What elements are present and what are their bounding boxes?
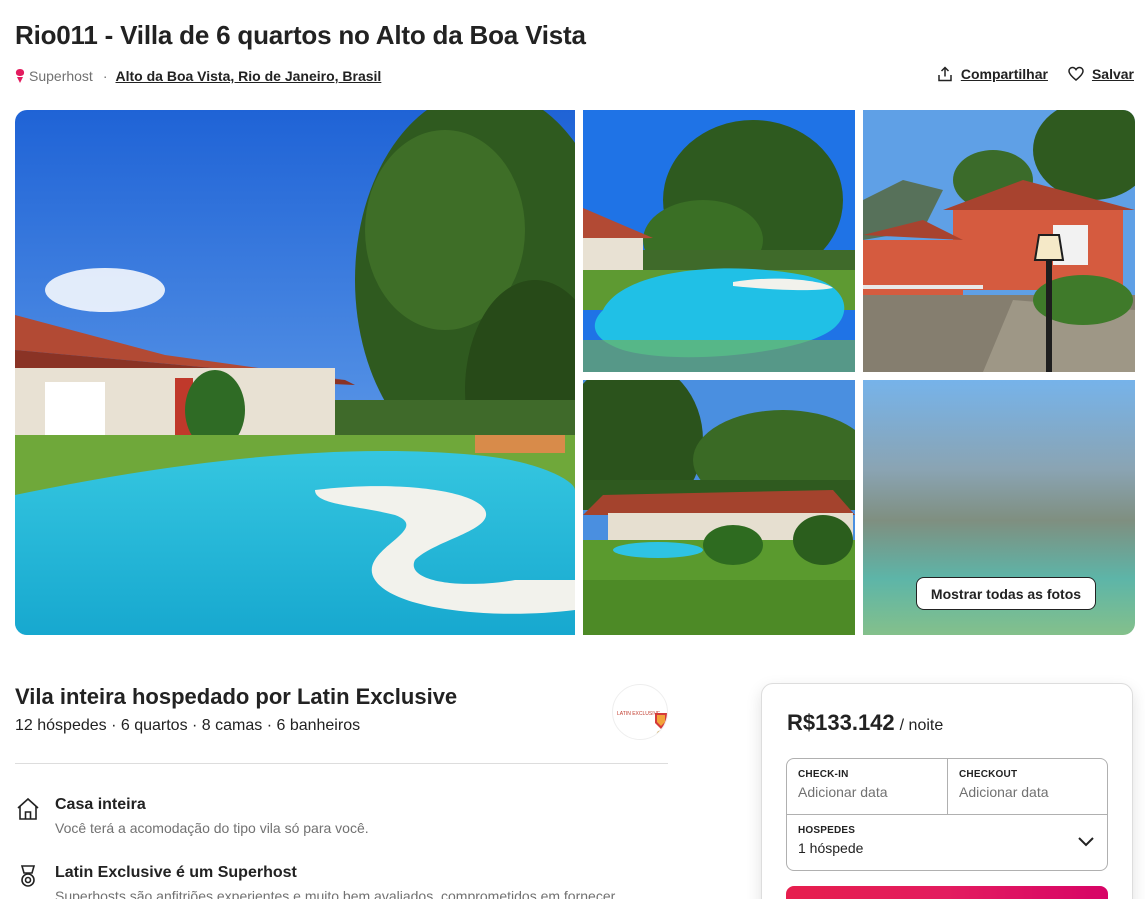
share-icon: [938, 66, 952, 82]
host-logo-text: LATIN EXCLUSIVE: [617, 711, 661, 717]
share-label: Compartilhar: [960, 66, 1048, 82]
listing-capacity-summary: 12 hóspedes · 6 quartos · 8 camas · 6 ba…: [15, 717, 361, 734]
section-divider: [15, 763, 668, 764]
chevron-down-icon: [1078, 837, 1094, 847]
feature-title: Casa inteira: [55, 796, 146, 813]
home-icon: [17, 797, 39, 820]
checkin-label: CHECK-IN: [798, 769, 849, 780]
host-avatar[interactable]: LATIN EXCLUSIVE: [612, 684, 668, 740]
host-title: Vila inteira hospedado por Latin Exclusi…: [15, 684, 458, 709]
superhost-icon: [15, 69, 25, 83]
listing-subheader: Superhost · Alto da Boa Vista, Rio de Ja…: [15, 66, 381, 86]
heart-icon: [1068, 66, 1084, 81]
guests-label: HOSPEDES: [798, 825, 856, 836]
checkout-value: Adicionar data: [959, 784, 1049, 800]
separator-dot: ·: [102, 68, 108, 84]
save-button[interactable]: Salvar: [1068, 66, 1134, 82]
checkin-value: Adicionar data: [798, 784, 888, 800]
checkout-field[interactable]: CHECKOUT Adicionar data: [948, 759, 1107, 815]
price-unit: / noite: [899, 717, 944, 734]
listing-actions: Compartilhar Salvar: [937, 66, 1134, 82]
house-lamp-photo[interactable]: [863, 110, 1135, 372]
checkin-field[interactable]: CHECK-IN Adicionar data: [787, 759, 948, 815]
guests-value: 1 hóspede: [798, 840, 864, 856]
feature-description: Você terá a acomodação do tipo vila só p…: [55, 820, 369, 836]
location-link[interactable]: Alto da Boa Vista, Rio de Janeiro, Brasi…: [116, 68, 382, 84]
reserve-button[interactable]: [786, 886, 1108, 899]
house-garden-photo[interactable]: [583, 380, 855, 635]
price-amount: R$133.142: [787, 710, 895, 735]
show-all-photos-button[interactable]: Mostrar todas as fotos: [916, 577, 1096, 610]
feature-description: Superhosts são anfitriões experientes e …: [55, 888, 616, 899]
checkout-label: CHECKOUT: [959, 769, 1018, 780]
save-label: Salvar: [1091, 66, 1134, 82]
share-button[interactable]: Compartilhar: [937, 66, 1048, 82]
superhost-label: Superhost: [29, 68, 93, 84]
booking-card: R$133.142 / noite CHECK-IN Adicionar dat…: [761, 683, 1133, 899]
nightly-price: R$133.142 / noite: [787, 710, 943, 736]
guests-select[interactable]: HOSPEDES 1 hóspede: [787, 815, 1107, 870]
photo-gallery: [15, 110, 1135, 635]
pool-tree-photo[interactable]: [583, 110, 855, 372]
booking-form: CHECK-IN Adicionar data CHECKOUT Adicion…: [786, 758, 1108, 871]
pool-main-photo[interactable]: [15, 110, 575, 635]
feature-title: Latin Exclusive é um Superhost: [55, 864, 297, 881]
superhost-medal-icon: [20, 865, 36, 887]
listing-title: Rio011 - Villa de 6 quartos no Alto da B…: [15, 20, 586, 50]
